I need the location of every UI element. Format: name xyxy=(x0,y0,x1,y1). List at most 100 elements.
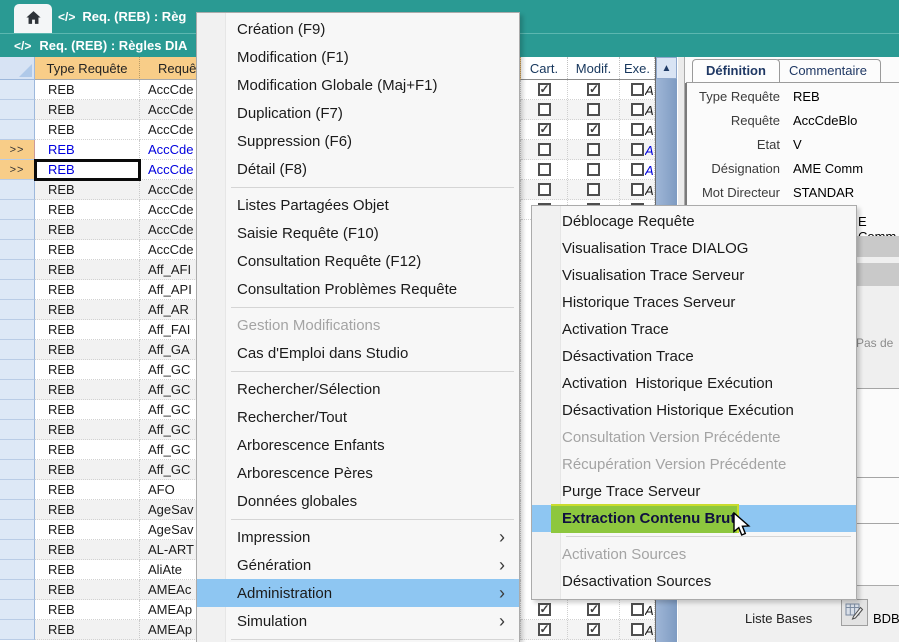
cart-checkbox[interactable] xyxy=(538,83,551,96)
cell-type-requete[interactable]: REB xyxy=(35,280,140,300)
cell-type-requete[interactable]: REB xyxy=(35,500,140,520)
menu-item-modification-globale-maj-f1[interactable]: Modification Globale (Maj+F1) xyxy=(197,71,519,99)
modif-checkbox[interactable] xyxy=(587,103,600,116)
scroll-up-button[interactable]: ▲ xyxy=(656,57,677,79)
menu-item-d-sactivation-trace[interactable]: Désactivation Trace xyxy=(532,343,856,370)
row-header-cell[interactable]: >> xyxy=(0,140,35,160)
cell-type-requete[interactable]: REB xyxy=(35,580,140,600)
menu-item-cas-d-emploi-dans-studio[interactable]: Cas d'Emploi dans Studio xyxy=(197,339,519,367)
row-header-cell[interactable] xyxy=(0,120,35,140)
exe-checkbox[interactable] xyxy=(631,183,644,196)
tab-définition[interactable]: Définition xyxy=(692,59,780,82)
row-header-cell[interactable] xyxy=(0,420,35,440)
menu-item-simulation[interactable]: Simulation › xyxy=(197,607,519,635)
menu-item-arborescence-p-res[interactable]: Arborescence Pères xyxy=(197,459,519,487)
row-header-cell[interactable] xyxy=(0,260,35,280)
tab-commentaire[interactable]: Commentaire xyxy=(775,59,881,82)
cell-type-requete[interactable]: REB xyxy=(35,560,140,580)
row-header-cell[interactable] xyxy=(0,440,35,460)
row-header-cell[interactable] xyxy=(0,80,35,100)
modif-checkbox[interactable] xyxy=(587,143,600,156)
menu-item-consultation-probl-mes-requ-te[interactable]: Consultation Problèmes Requête xyxy=(197,275,519,303)
row-header-cell[interactable] xyxy=(0,560,35,580)
menu-item-suppression-f6[interactable]: Suppression (F6) xyxy=(197,127,519,155)
menu-item-rechercher-tout[interactable]: Rechercher/Tout xyxy=(197,403,519,431)
cell-type-requete[interactable]: REB xyxy=(35,440,140,460)
cell-type-requete[interactable]: REB xyxy=(35,140,140,160)
menu-item-listes-partag-es-objet[interactable]: Listes Partagées Objet xyxy=(197,191,519,219)
cell-type-requete[interactable]: REB xyxy=(35,520,140,540)
row-header-cell[interactable] xyxy=(0,620,35,640)
menu-item-arborescence-enfants[interactable]: Arborescence Enfants xyxy=(197,431,519,459)
row-header-cell[interactable] xyxy=(0,380,35,400)
menu-item-visualisation-trace-dialog[interactable]: Visualisation Trace DIALOG xyxy=(532,235,856,262)
cell-type-requete[interactable]: REB xyxy=(35,460,140,480)
cell-type-requete[interactable]: REB xyxy=(35,240,140,260)
column-header-modif[interactable]: Modif. xyxy=(568,57,620,79)
menu-item-saisie-requ-te-f10[interactable]: Saisie Requête (F10) xyxy=(197,219,519,247)
row-header-cell[interactable] xyxy=(0,280,35,300)
menu-item-activation-historique-ex-cution[interactable]: Activation Historique Exécution xyxy=(532,370,856,397)
menu-item-cr-ation-f9[interactable]: Création (F9) xyxy=(197,15,519,43)
tab-req-reb[interactable]: </> Req. (REB) : Règ xyxy=(58,0,186,33)
row-header-cell[interactable] xyxy=(0,100,35,120)
exe-checkbox[interactable] xyxy=(631,83,644,96)
cell-type-requete[interactable]: REB xyxy=(35,100,140,120)
cell-type-requete[interactable]: REB xyxy=(35,340,140,360)
row-header-cell[interactable] xyxy=(0,580,35,600)
menu-item-d-tail-f8[interactable]: Détail (F8) xyxy=(197,155,519,183)
menu-item-duplication-f7[interactable]: Duplication (F7) xyxy=(197,99,519,127)
cell-type-requete[interactable]: REB xyxy=(35,380,140,400)
menu-item-historique-traces-serveur[interactable]: Historique Traces Serveur xyxy=(532,289,856,316)
cart-checkbox[interactable] xyxy=(538,123,551,136)
modif-checkbox[interactable] xyxy=(587,603,600,616)
modif-checkbox[interactable] xyxy=(587,183,600,196)
menu-item-activation-trace[interactable]: Activation Trace xyxy=(532,316,856,343)
row-header-cell[interactable] xyxy=(0,200,35,220)
cell-type-requete[interactable]: REB xyxy=(35,360,140,380)
row-header-cell[interactable] xyxy=(0,220,35,240)
menu-item-purge-trace-serveur[interactable]: Purge Trace Serveur xyxy=(532,478,856,505)
modif-checkbox[interactable] xyxy=(587,83,600,96)
cell-type-requete[interactable]: REB xyxy=(35,200,140,220)
cell-type-requete[interactable]: REB xyxy=(35,480,140,500)
cart-checkbox[interactable] xyxy=(538,183,551,196)
cell-type-requete[interactable]: REB xyxy=(35,400,140,420)
cell-type-requete[interactable]: REB xyxy=(35,180,140,200)
menu-item-extraction-contenu-brut[interactable]: Extraction Contenu Brut xyxy=(532,505,856,532)
exe-checkbox[interactable] xyxy=(631,103,644,116)
cart-checkbox[interactable] xyxy=(538,103,551,116)
cell-type-requete[interactable]: REB xyxy=(35,420,140,440)
menu-item-consultation-requ-te-f12[interactable]: Consultation Requête (F12) xyxy=(197,247,519,275)
row-header-cell[interactable] xyxy=(0,480,35,500)
modif-checkbox[interactable] xyxy=(587,623,600,636)
row-header-cell[interactable]: >> xyxy=(0,160,35,180)
cell-type-requete[interactable]: REB xyxy=(35,600,140,620)
menu-item-modification-f1[interactable]: Modification (F1) xyxy=(197,43,519,71)
row-header-cell[interactable] xyxy=(0,600,35,620)
cell-type-requete[interactable]: REB xyxy=(35,260,140,280)
cell-type-requete[interactable]: REB xyxy=(35,540,140,560)
row-header-cell[interactable] xyxy=(0,300,35,320)
modif-checkbox[interactable] xyxy=(587,123,600,136)
menu-item-administration[interactable]: Administration › xyxy=(197,579,519,607)
row-header-cell[interactable] xyxy=(0,500,35,520)
row-header-cell[interactable] xyxy=(0,520,35,540)
exe-checkbox[interactable] xyxy=(631,163,644,176)
row-header-cell[interactable] xyxy=(0,320,35,340)
row-header-cell[interactable] xyxy=(0,460,35,480)
menu-item-rechercher-s-lection[interactable]: Rechercher/Sélection xyxy=(197,375,519,403)
select-all-corner-cell[interactable] xyxy=(0,57,35,80)
column-header-exe[interactable]: Exe. xyxy=(620,57,655,79)
cart-checkbox[interactable] xyxy=(538,623,551,636)
exe-checkbox[interactable] xyxy=(631,123,644,136)
row-header-cell[interactable] xyxy=(0,540,35,560)
liste-bases-edit-button[interactable] xyxy=(841,599,868,626)
exe-checkbox[interactable] xyxy=(631,603,644,616)
menu-item-d-sactivation-sources[interactable]: Désactivation Sources xyxy=(532,568,856,595)
row-header-cell[interactable] xyxy=(0,240,35,260)
cart-checkbox[interactable] xyxy=(538,163,551,176)
menu-item-d-sactivation-historique-ex-cution[interactable]: Désactivation Historique Exécution xyxy=(532,397,856,424)
menu-item-visualisation-trace-serveur[interactable]: Visualisation Trace Serveur xyxy=(532,262,856,289)
exe-checkbox[interactable] xyxy=(631,623,644,636)
